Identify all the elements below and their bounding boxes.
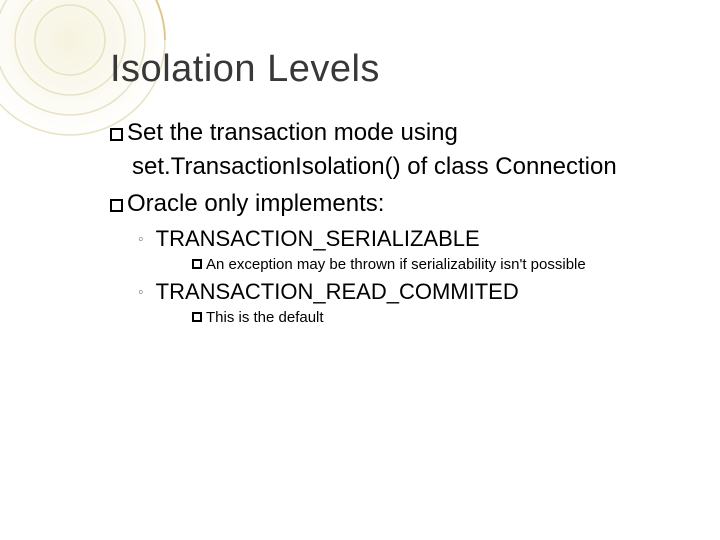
- sub-list: ◦ TRANSACTION_SERIALIZABLE An exception m…: [138, 226, 660, 326]
- square-bullet-icon: [110, 128, 123, 141]
- slide-content: Isolation Levels Set the transaction mod…: [0, 0, 720, 540]
- note-text: This is the default: [206, 309, 324, 326]
- slide-title: Isolation Levels: [110, 48, 660, 91]
- square-bullet-icon: [110, 199, 123, 212]
- note-text: An exception may be thrown if serializab…: [206, 256, 586, 273]
- sub-item-serializable: ◦ TRANSACTION_SERIALIZABLE: [138, 226, 660, 252]
- bullet-set-transaction-line1: Set the transaction mode using: [110, 117, 660, 149]
- sub-item-read-committed: ◦ TRANSACTION_READ_COMMITED: [138, 279, 660, 305]
- square-bullet-icon: [192, 312, 202, 322]
- bullet-text: Oracle only implements:: [127, 190, 384, 217]
- circle-bullet-icon: ◦: [138, 231, 144, 248]
- sub-item-read-committed-note: This is the default: [192, 309, 660, 326]
- circle-bullet-icon: ◦: [138, 284, 144, 301]
- sub-item-label: TRANSACTION_SERIALIZABLE: [156, 226, 480, 251]
- square-bullet-icon: [192, 259, 202, 269]
- bullet-text: Set the transaction mode using: [127, 119, 458, 146]
- sub-item-label: TRANSACTION_READ_COMMITED: [156, 279, 519, 304]
- bullet-set-transaction-line2: set.TransactionIsolation() of class Conn…: [110, 151, 660, 183]
- bullet-oracle: Oracle only implements:: [110, 188, 660, 220]
- sub-item-serializable-note: An exception may be thrown if serializab…: [192, 256, 660, 273]
